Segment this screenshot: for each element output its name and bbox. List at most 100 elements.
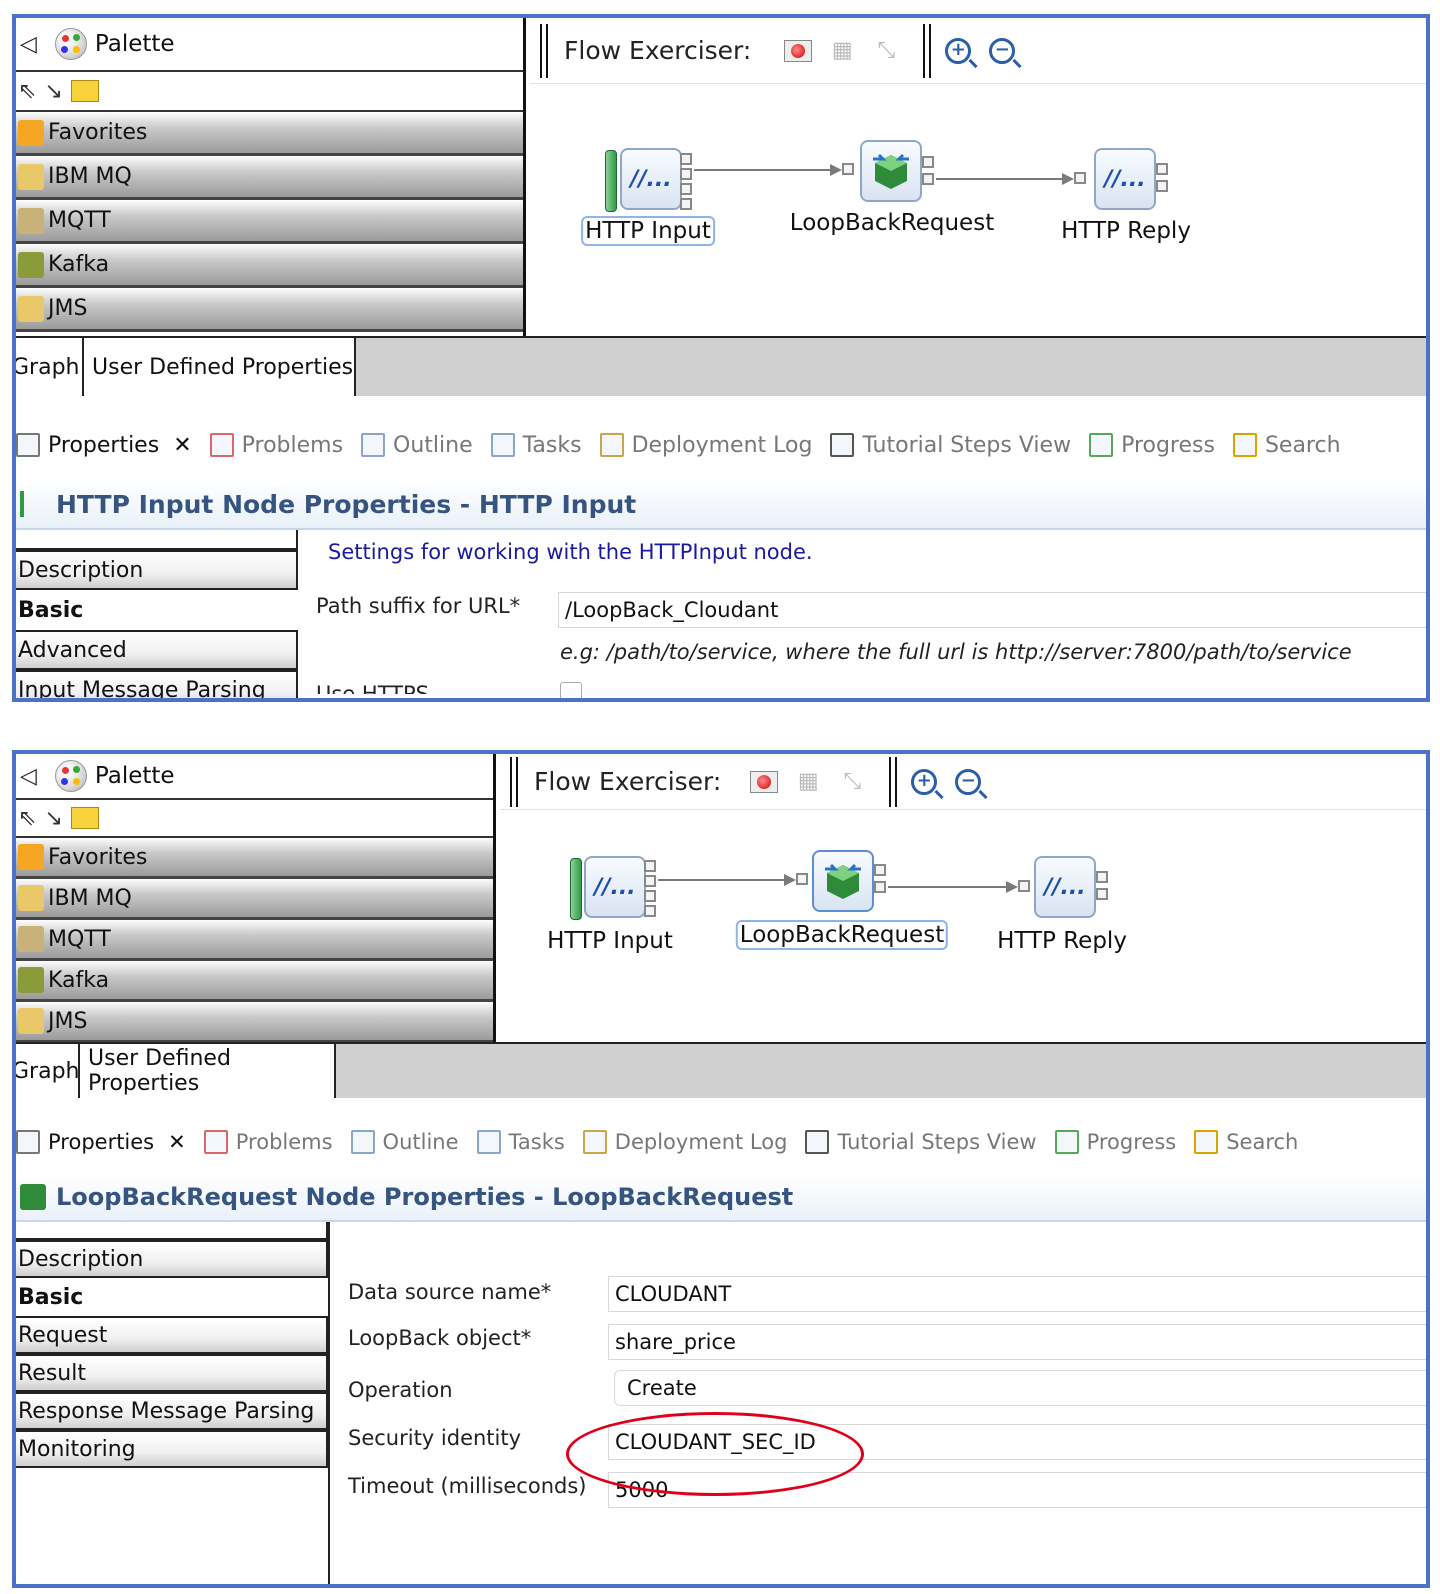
record-button[interactable] (781, 34, 815, 68)
connection-wire[interactable] (658, 879, 788, 881)
zoom-out-button[interactable]: − (951, 765, 985, 799)
send-message-icon[interactable]: ⤡ (835, 765, 869, 799)
collapse-left-icon[interactable]: ◁ (20, 764, 37, 789)
palette-drawer-ibm-mq[interactable]: IBM MQ (16, 879, 493, 920)
view-tab-deployment-log[interactable]: Deployment Log (582, 1130, 787, 1154)
palette-drawer-jms[interactable]: JMS (16, 288, 523, 332)
output-terminal[interactable] (1096, 888, 1108, 900)
note-icon[interactable] (70, 807, 99, 829)
view-tab-tasks[interactable]: Tasks (490, 433, 582, 458)
flow-canvas[interactable]: Flow Exerciser: ▦ ⤡ + − //... HTTP Input (500, 754, 1426, 1044)
connection-wire[interactable] (888, 886, 1010, 888)
palette-drawer-jms[interactable]: JMS (16, 1002, 493, 1043)
zoom-out-icon: − (989, 37, 1016, 64)
node-label: LoopBackRequest (735, 920, 949, 950)
side-tab-input-message-parsing[interactable]: Input Message Parsing (16, 670, 298, 698)
view-tab-deployment-log[interactable]: Deployment Log (599, 433, 812, 458)
flow-canvas[interactable]: Flow Exerciser: ▦ ⤡ + − //... HTTP Input (530, 18, 1426, 338)
tab-graph[interactable]: Graph (16, 338, 84, 396)
note-icon[interactable] (70, 80, 99, 102)
connection-wire[interactable] (936, 178, 1066, 180)
palette-drawer-ibm-mq[interactable]: IBM MQ (16, 156, 523, 200)
input-terminal[interactable] (1018, 880, 1030, 892)
output-terminal[interactable] (874, 881, 886, 893)
select-arrow-icon[interactable]: ⇖ (18, 79, 36, 104)
output-terminal[interactable] (680, 198, 692, 210)
view-messages-icon[interactable]: ▦ (825, 34, 859, 68)
zoom-in-button[interactable]: + (907, 765, 941, 799)
input-terminal[interactable] (1074, 172, 1086, 184)
side-tab-request[interactable]: Request (16, 1316, 328, 1354)
operation-select[interactable]: Create (614, 1370, 1426, 1406)
zoom-out-button[interactable]: − (985, 34, 1019, 68)
view-tab-problems[interactable]: Problems (209, 433, 343, 458)
path-suffix-input[interactable]: /LoopBack_Cloudant (558, 592, 1426, 628)
tab-user-defined-properties[interactable]: User Defined Properties (84, 338, 356, 396)
view-tab-search[interactable]: Search (1194, 1130, 1298, 1154)
loopback-object-input[interactable]: share_price (608, 1324, 1426, 1360)
tab-user-defined-properties[interactable]: User Defined Properties (80, 1044, 336, 1098)
close-icon[interactable]: ✕ (173, 433, 191, 458)
view-tab-tutorial-steps[interactable]: Tutorial Steps View (805, 1130, 1037, 1154)
output-terminal[interactable] (922, 156, 934, 168)
view-tab-progress[interactable]: Progress (1054, 1130, 1176, 1154)
side-tab-advanced[interactable]: Advanced (16, 630, 298, 670)
wire-arrow (784, 874, 796, 886)
palette-drawer-favorites[interactable]: Favorites (16, 838, 493, 879)
collapse-left-icon[interactable]: ◁ (20, 32, 37, 57)
mqtt-folder-icon (18, 207, 44, 234)
view-tab-properties[interactable]: Properties ✕ (16, 1130, 186, 1154)
zoom-in-button[interactable]: + (941, 34, 975, 68)
close-icon[interactable]: ✕ (168, 1130, 186, 1154)
connection-icon[interactable]: ↘ (44, 79, 62, 104)
input-terminal[interactable] (796, 873, 808, 885)
record-button[interactable] (747, 765, 781, 799)
view-tab-tasks[interactable]: Tasks (476, 1130, 565, 1154)
side-tab-monitoring[interactable]: Monitoring (16, 1430, 328, 1468)
connection-icon[interactable]: ↘ (44, 806, 62, 831)
palette-drawer-kafka[interactable]: Kafka (16, 961, 493, 1002)
side-tab-description[interactable]: Description (16, 1240, 328, 1278)
view-tab-tutorial-steps[interactable]: Tutorial Steps View (830, 433, 1071, 458)
output-terminal[interactable] (874, 864, 886, 876)
palette-drawer-mqtt[interactable]: MQTT (16, 200, 523, 244)
output-terminal[interactable] (1156, 180, 1168, 192)
view-tab-outline[interactable]: Outline (361, 433, 473, 458)
properties-side-tabs: Description Basic Advanced Input Message… (16, 530, 298, 698)
use-https-checkbox[interactable] (560, 682, 582, 698)
screenshot-loopback-request: ◁ Palette ⇖ ↘ Favorites IBM MQ MQTT Kafk… (12, 750, 1430, 1588)
output-terminal[interactable] (1156, 163, 1168, 175)
palette-drawer-favorites[interactable]: Favorites (16, 112, 523, 156)
view-messages-icon[interactable]: ▦ (791, 765, 825, 799)
send-message-icon[interactable]: ⤡ (869, 34, 903, 68)
side-tab-basic[interactable]: Basic (16, 1278, 328, 1316)
output-terminal[interactable] (680, 183, 692, 195)
view-tab-problems[interactable]: Problems (203, 1130, 333, 1154)
output-terminal[interactable] (922, 173, 934, 185)
view-tab-outline[interactable]: Outline (350, 1130, 459, 1154)
output-terminal[interactable] (644, 875, 656, 887)
connection-wire[interactable] (694, 169, 834, 171)
palette-drawer-mqtt[interactable]: MQTT (16, 920, 493, 961)
data-source-name-input[interactable]: CLOUDANT (608, 1276, 1426, 1312)
select-arrow-icon[interactable]: ⇖ (18, 806, 36, 831)
view-tab-properties[interactable]: Properties ✕ (16, 433, 192, 458)
output-terminal[interactable] (680, 153, 692, 165)
palette-drawer-kafka[interactable]: Kafka (16, 244, 523, 288)
output-terminal[interactable] (644, 890, 656, 902)
side-tab-response-message-parsing[interactable]: Response Message Parsing (16, 1392, 328, 1430)
input-terminal[interactable] (842, 163, 854, 175)
output-terminal[interactable] (680, 168, 692, 180)
output-terminal[interactable] (644, 860, 656, 872)
side-tab-label: Description (18, 1246, 144, 1272)
tab-graph[interactable]: Graph (16, 1044, 80, 1098)
output-terminal[interactable] (1096, 871, 1108, 883)
output-terminal[interactable] (644, 905, 656, 917)
side-tab-basic[interactable]: Basic (16, 590, 298, 630)
view-tab-progress[interactable]: Progress (1089, 433, 1215, 458)
view-tab-search[interactable]: Search (1232, 433, 1341, 458)
palette-header[interactable]: ◁ Palette (16, 18, 523, 72)
side-tab-result[interactable]: Result (16, 1354, 328, 1392)
palette-header[interactable]: ◁ Palette (16, 754, 493, 800)
side-tab-description[interactable]: Description (16, 550, 298, 590)
